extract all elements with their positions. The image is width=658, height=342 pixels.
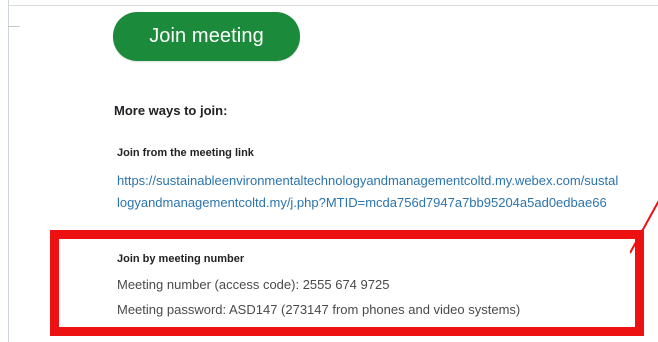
meeting-link-line-2[interactable]: logyandmanagementcoltd.my/j.php?MTID=mcd… — [117, 192, 658, 214]
join-meeting-button[interactable]: Join meeting — [113, 12, 300, 61]
more-ways-heading: More ways to join: — [114, 103, 228, 118]
margin-tick — [8, 26, 20, 27]
meeting-number-text: Meeting number (access code): 2555 674 9… — [117, 277, 390, 292]
meeting-password-text: Meeting password: ASD147 (273147 from ph… — [117, 302, 521, 317]
left-border-line — [8, 0, 9, 342]
email-body: Join meeting More ways to join: Join fro… — [0, 0, 658, 342]
meeting-link-line-1[interactable]: https://sustainableenvironmentaltechnolo… — [117, 170, 658, 192]
meeting-link[interactable]: https://sustainableenvironmentaltechnolo… — [117, 170, 658, 214]
top-border-line — [8, 5, 658, 6]
meeting-number-label: Join by meeting number — [117, 253, 245, 265]
meeting-link-label: Join from the meeting link — [117, 147, 254, 159]
